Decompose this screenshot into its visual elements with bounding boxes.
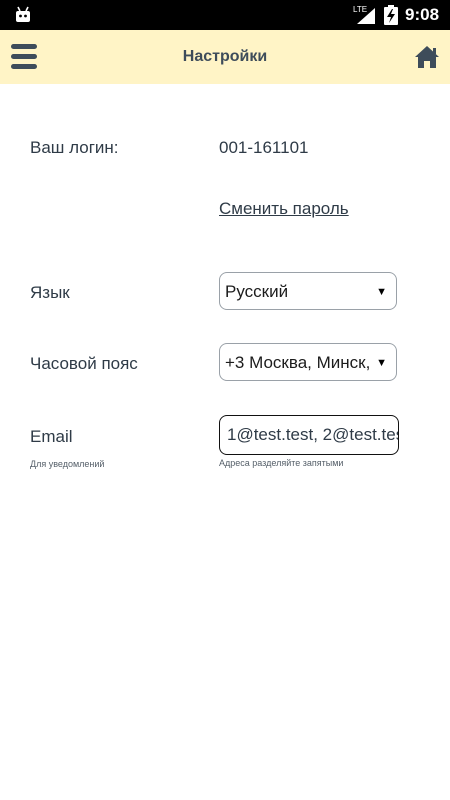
menu-icon[interactable] (11, 44, 37, 70)
dropdown-arrow-icon: ▼ (376, 357, 387, 369)
language-selected-value: Русский (225, 282, 289, 301)
language-label: Язык (30, 283, 70, 302)
page-title: Настройки (182, 48, 268, 65)
timezone-select[interactable]: +3 Москва, Минск, Т ▼ (219, 343, 397, 381)
language-select[interactable]: Русский ▼ (219, 272, 397, 310)
app-bar: Настройки (0, 30, 450, 84)
lte-signal-icon (357, 8, 375, 24)
battery-charging-icon (384, 5, 398, 25)
email-field[interactable] (219, 415, 399, 455)
change-password-link[interactable]: Сменить пароль (219, 199, 349, 219)
home-icon[interactable] (414, 45, 440, 69)
email-label: Email (30, 427, 73, 446)
email-sublabel: Для уведомлений (30, 459, 105, 469)
status-time: 9:08 (405, 5, 440, 24)
timezone-selected-value: +3 Москва, Минск, Т (225, 353, 375, 372)
dropdown-arrow-icon: ▼ (376, 286, 387, 298)
status-bar: LTE 9:08 (0, 0, 450, 30)
android-icon (16, 6, 30, 22)
login-label: Ваш логин: (30, 138, 119, 157)
email-hint: Адреса разделяйте запятыми (219, 458, 344, 468)
timezone-label: Часовой пояс (30, 354, 138, 373)
login-value: 001-161101 (219, 138, 309, 157)
